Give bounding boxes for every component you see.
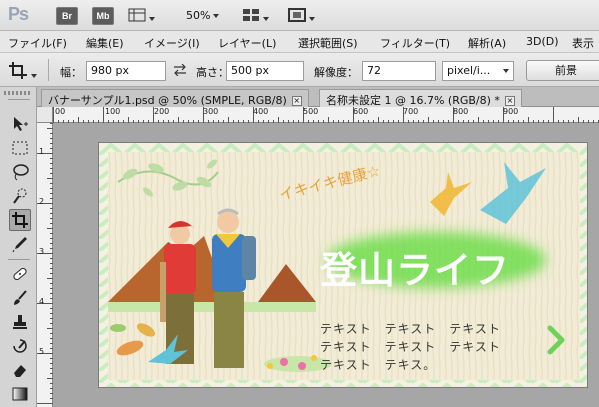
tab-banner-sample-label: バナーサンプル1.psd @ 50% (SMPLE, RGB/8) bbox=[48, 94, 287, 107]
view-extras-menu[interactable] bbox=[128, 8, 155, 25]
width-label: 幅： bbox=[60, 66, 82, 79]
eyedropper-icon bbox=[12, 237, 27, 253]
ruler-v-label: 2 bbox=[39, 197, 45, 206]
menu-analysis[interactable]: 解析(A) bbox=[468, 35, 506, 51]
crop-icon bbox=[9, 62, 27, 79]
marquee-icon bbox=[12, 141, 28, 155]
banner-text-line-1: テキスト テキスト テキスト bbox=[320, 322, 501, 336]
move-icon bbox=[14, 117, 28, 131]
vertical-ruler-ticks bbox=[37, 123, 53, 404]
banner-title: 登山ライフ bbox=[320, 249, 510, 292]
gradient-tool[interactable] bbox=[9, 383, 31, 405]
document-canvas[interactable]: イキイキ健康☆ 登山ライフ テキスト テキスト テキスト テキスト テキスト テ… bbox=[53, 123, 599, 407]
photoshop-logo: Ps bbox=[8, 4, 29, 24]
zoom-level-menu[interactable]: 50% bbox=[186, 9, 220, 22]
front-image-button[interactable]: 前景 bbox=[526, 60, 599, 81]
brush-tool[interactable] bbox=[9, 287, 31, 309]
ruler-h-label: 600 bbox=[353, 107, 369, 116]
arrange-documents-icon bbox=[243, 9, 259, 21]
height-field[interactable]: 500 px bbox=[226, 61, 304, 81]
tab-untitled-1-label: 名称未設定 1 @ 16.7% (RGB/8) * bbox=[326, 94, 500, 107]
banner-text-line-3: テキスト テキス。 bbox=[320, 358, 437, 372]
quick-selection-icon bbox=[13, 188, 27, 204]
marquee-tool[interactable] bbox=[9, 137, 31, 159]
close-tab-icon[interactable]: × bbox=[504, 96, 515, 106]
healing-brush-tool[interactable] bbox=[9, 263, 31, 285]
lasso-tool[interactable] bbox=[9, 161, 31, 183]
menu-edit[interactable]: 編集(E) bbox=[86, 35, 124, 51]
height-label: 高さ： bbox=[196, 66, 229, 79]
ruler-v-label: 1 bbox=[39, 147, 45, 156]
menu-select[interactable]: 選択範囲(S) bbox=[298, 35, 358, 51]
crop-tool-icon bbox=[12, 212, 28, 228]
arrange-documents-menu[interactable] bbox=[242, 8, 269, 25]
menu-image[interactable]: イメージ(I) bbox=[144, 35, 200, 51]
lasso-icon bbox=[13, 164, 29, 181]
menu-layer[interactable]: レイヤー(L) bbox=[218, 35, 276, 51]
ruler-v-label: 5 bbox=[39, 347, 45, 356]
history-brush-tool[interactable] bbox=[9, 335, 31, 357]
resolution-unit-select[interactable]: pixel/i... bbox=[442, 61, 514, 81]
history-brush-icon bbox=[13, 339, 27, 353]
vertical-ruler[interactable]: 1 2 3 4 5 bbox=[37, 123, 53, 407]
banner-text-line-2: テキスト テキスト テキスト bbox=[320, 340, 501, 354]
swap-dimensions-button[interactable] bbox=[173, 63, 187, 79]
screen-mode-icon bbox=[288, 8, 306, 22]
menu-bar: ファイル(F) 編集(E) イメージ(I) レイヤー(L) 選択範囲(S) フィ… bbox=[0, 31, 599, 53]
ruler-h-label: 900 bbox=[503, 107, 519, 116]
ruler-h-label: 200 bbox=[154, 107, 170, 116]
brush-icon bbox=[14, 290, 27, 305]
ruler-h-label: 100 bbox=[105, 107, 121, 116]
banner-artwork[interactable]: イキイキ健康☆ 登山ライフ テキスト テキスト テキスト テキスト テキスト テ… bbox=[98, 142, 588, 388]
ruler-h-label: 800 bbox=[453, 107, 469, 116]
resolution-label: 解像度： bbox=[314, 66, 358, 79]
menu-filter[interactable]: フィルター(T) bbox=[380, 35, 450, 51]
clone-stamp-tool[interactable] bbox=[9, 311, 31, 333]
resolution-unit-value: pixel/i... bbox=[447, 64, 491, 77]
tab-untitled-1[interactable]: 名称未設定 1 @ 16.7% (RGB/8) * × bbox=[319, 89, 522, 107]
ruler-h-label: 400 bbox=[253, 107, 269, 116]
tool-preset-picker[interactable] bbox=[8, 61, 37, 82]
eraser-tool[interactable] bbox=[9, 359, 31, 381]
menu-3d[interactable]: 3D(D) bbox=[526, 35, 559, 48]
ruler-h-label: 700 bbox=[403, 107, 419, 116]
mini-bridge-button[interactable]: Mb bbox=[92, 7, 114, 25]
gradient-icon bbox=[12, 387, 28, 401]
ruler-h-label: 00 bbox=[55, 107, 66, 116]
bandage-icon bbox=[13, 267, 27, 281]
crop-tool[interactable] bbox=[9, 209, 31, 231]
ruler-h-label: 300 bbox=[203, 107, 219, 116]
menu-file[interactable]: ファイル(F) bbox=[8, 35, 67, 51]
ruler-origin[interactable] bbox=[37, 107, 53, 123]
ruler-v-label: 4 bbox=[39, 297, 45, 306]
ruler-v-label: 3 bbox=[39, 247, 45, 256]
options-bar: 幅： 980 px 高さ： 500 px 解像度： 72 pixel/i... … bbox=[0, 53, 599, 87]
banner-panel: イキイキ健康☆ 登山ライフ テキスト テキスト テキスト テキスト テキスト テ… bbox=[108, 152, 580, 380]
screen-mode-menu[interactable] bbox=[288, 8, 315, 25]
eraser-icon bbox=[14, 365, 26, 377]
stamp-icon bbox=[13, 315, 27, 329]
move-tool[interactable] bbox=[9, 113, 31, 135]
quick-selection-tool[interactable] bbox=[9, 185, 31, 207]
close-tab-icon[interactable]: × bbox=[291, 96, 302, 106]
view-extras-icon bbox=[128, 8, 146, 22]
tab-banner-sample[interactable]: バナーサンプル1.psd @ 50% (SMPLE, RGB/8) × bbox=[41, 89, 309, 107]
width-field[interactable]: 980 px bbox=[86, 61, 166, 81]
eyedropper-tool[interactable] bbox=[9, 233, 31, 255]
toolbox bbox=[0, 87, 37, 407]
document-tabs: バナーサンプル1.psd @ 50% (SMPLE, RGB/8) × 名称未設定… bbox=[37, 87, 599, 107]
swap-icon bbox=[174, 63, 186, 77]
ruler-h-label: 500 bbox=[303, 107, 319, 116]
bridge-button[interactable]: Br bbox=[56, 7, 78, 25]
zoom-level: 50% bbox=[186, 9, 211, 22]
resolution-field[interactable]: 72 bbox=[362, 61, 436, 81]
app-bar: Ps Br Mb 50% bbox=[0, 0, 599, 31]
horizontal-ruler[interactable]: 00 100 200 300 400 500 600 700 800 900 bbox=[53, 107, 599, 123]
menu-view[interactable]: 表示 bbox=[572, 35, 594, 51]
